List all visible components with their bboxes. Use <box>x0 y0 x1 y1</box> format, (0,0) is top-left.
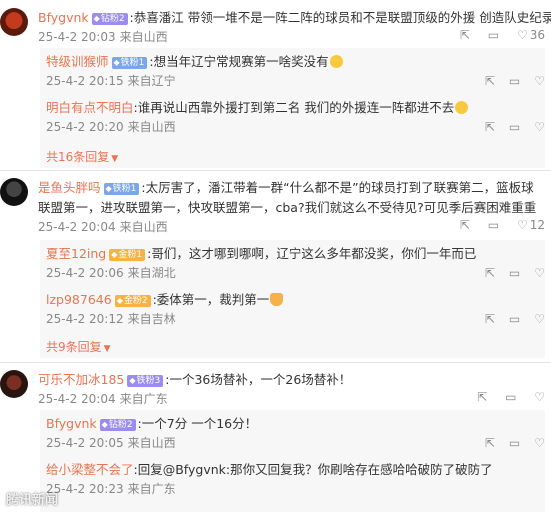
fan-badge: ◆金粉2 <box>114 295 151 307</box>
reply-text: 委体第一，裁判第一 <box>156 292 270 307</box>
divider <box>0 170 551 171</box>
reply-icon[interactable]: ▭ <box>488 28 499 42</box>
reply-actions: ⇱ ▭ ♡ <box>471 266 545 280</box>
laugh-emoji-icon <box>329 55 343 68</box>
like-icon[interactable]: ♡ <box>534 312 545 326</box>
reply-item: 明白有点不明白:谁再说山西靠外援打到第二名 我们的外援连一阵都进不去 25-4-… <box>46 98 539 136</box>
share-icon[interactable]: ⇱ <box>485 312 495 326</box>
reply-item: 给小梁整不会了:回复@Bfygvnk:那你又回复我？你刷啥存在感哈哈破防了破防了… <box>46 462 493 496</box>
reply-username[interactable]: 给小梁整不会了 <box>46 462 134 477</box>
like-icon[interactable]: ♡ <box>534 390 545 404</box>
reply-username[interactable]: 明白有点不明白 <box>46 100 134 115</box>
comment-username[interactable]: Bfygvnk <box>38 10 89 25</box>
more-replies-link[interactable]: 共16条回复 ▼ <box>46 148 118 165</box>
reply-icon[interactable]: ▭ <box>505 390 516 404</box>
reply-icon[interactable]: ▭ <box>509 312 520 326</box>
fan-badge: ◆钻粉2 <box>91 13 128 25</box>
fan-badge: ◆金粉1 <box>109 249 146 261</box>
reply-actions: ⇱ ▭ ♡ <box>471 74 545 88</box>
reply-username[interactable]: 特级训猴师 <box>46 54 109 69</box>
reply-actions: ⇱ ▭ ♡ <box>471 120 545 134</box>
reply-icon[interactable]: ▭ <box>509 74 520 88</box>
watermark-text: 腾讯新闻 <box>6 493 59 508</box>
comment-text: 一个36场替补，一个26场替补！ <box>169 372 352 387</box>
reply-text: 谁再说山西靠外援打到第二名 我们的外援连一阵都进不去 <box>137 100 455 115</box>
fan-badge: ◆钻粉2 <box>99 419 136 431</box>
share-icon[interactable]: ⇱ <box>460 28 470 42</box>
reply-icon[interactable]: ▭ <box>488 218 499 232</box>
like-icon[interactable]: ♡ <box>534 266 545 280</box>
laugh-emoji-icon <box>455 101 469 114</box>
like-icon[interactable]: ♡ <box>534 120 545 134</box>
comment-username[interactable]: 可乐不加冰185 <box>38 372 124 387</box>
more-replies-link[interactable]: 共9条回复 ▼ <box>46 338 111 355</box>
reply-list: 夏至12ing ◆金粉1:哥们，这才哪到哪啊，辽宁这么多年都没奖，你们一年而已 2… <box>40 240 545 358</box>
like-icon[interactable]: ♡ <box>517 218 528 232</box>
fan-badge: ◆铁粉1 <box>103 183 140 195</box>
reply-item: lzp987646 ◆金粉2:委体第一，裁判第一 25-4-2 20:12 来自吉林 <box>46 290 539 328</box>
reply-text: 想当年辽宁常规赛第一啥奖没有 <box>153 54 329 69</box>
like-icon[interactable]: ♡ <box>534 74 545 88</box>
reply-text: 回复@Bfygvnk:那你又回复我？你刷啥存在感哈哈破防了破防了 <box>137 462 493 477</box>
reply-actions: ⇱ ▭ ♡ <box>471 312 545 326</box>
divider <box>0 362 551 363</box>
comment-text: 恭喜潘江 带领一堆不是一阵二阵的球员和不是联盟顶级的外援 创造队史纪录！ <box>133 10 551 25</box>
like-count: 36 <box>529 28 545 42</box>
like-icon[interactable]: ♡ <box>534 436 545 450</box>
caret-down-icon: ▼ <box>103 344 111 354</box>
reply-username[interactable]: 夏至12ing <box>46 246 106 261</box>
reply-actions: ⇱ ▭ ♡ <box>471 436 545 450</box>
avatar[interactable] <box>0 8 28 36</box>
reply-list: 特级训猴师 ◆铁粉1:想当年辽宁常规赛第一啥奖没有 25-4-2 20:15 来自辽… <box>40 48 545 168</box>
fan-badge: ◆铁粉1 <box>111 57 148 69</box>
fan-badge: ◆铁粉3 <box>127 375 164 387</box>
reply-text: 一个7分 一个16分！ <box>141 416 258 431</box>
comment-body: 是鱼头胖吗 ◆铁粉1:太厉害了，潘江带着一群“什么都不是”的球员打到了联赛第二，篮… <box>38 180 537 215</box>
like-count: 12 <box>529 218 545 232</box>
reply-username[interactable]: Bfygvnk <box>46 416 97 431</box>
share-icon[interactable]: ⇱ <box>460 218 470 232</box>
reply-text: 哥们，这才哪到哪啊，辽宁这么多年都没奖，你们一年而已 <box>151 246 477 261</box>
reply-username[interactable]: lzp987646 <box>46 292 112 307</box>
reply-list: Bfygvnk ◆钻粉2:一个7分 一个16分！ 25-4-2 20:05 来自山西… <box>40 410 545 512</box>
reply-item: Bfygvnk ◆钻粉2:一个7分 一个16分！ 25-4-2 20:05 来自山西 <box>46 416 258 450</box>
reply-item: 夏至12ing ◆金粉1:哥们，这才哪到哪啊，辽宁这么多年都没奖，你们一年而已 2… <box>46 246 477 280</box>
reply-item: 特级训猴师 ◆铁粉1:想当年辽宁常规赛第一啥奖没有 25-4-2 20:15 来自辽… <box>46 52 539 90</box>
caret-down-icon: ▼ <box>111 154 119 164</box>
reply-icon[interactable]: ▭ <box>509 266 520 280</box>
reply-icon[interactable]: ▭ <box>509 120 520 134</box>
clap-emoji-icon <box>270 293 284 306</box>
share-icon[interactable]: ⇱ <box>477 390 487 404</box>
share-icon[interactable]: ⇱ <box>485 74 495 88</box>
comment-username[interactable]: 是鱼头胖吗 <box>38 180 101 195</box>
comment-actions: ⇱ ▭ ♡ 12 <box>446 218 545 232</box>
share-icon[interactable]: ⇱ <box>485 266 495 280</box>
like-icon[interactable]: ♡ <box>517 28 528 42</box>
avatar[interactable] <box>0 370 28 398</box>
comment-actions: ⇱ ▭ ♡ <box>463 390 545 404</box>
avatar[interactable] <box>0 178 28 206</box>
share-icon[interactable]: ⇱ <box>485 120 495 134</box>
share-icon[interactable]: ⇱ <box>485 436 495 450</box>
comment-actions: ⇱ ▭ ♡ 36 <box>446 28 545 42</box>
reply-icon[interactable]: ▭ <box>509 436 520 450</box>
